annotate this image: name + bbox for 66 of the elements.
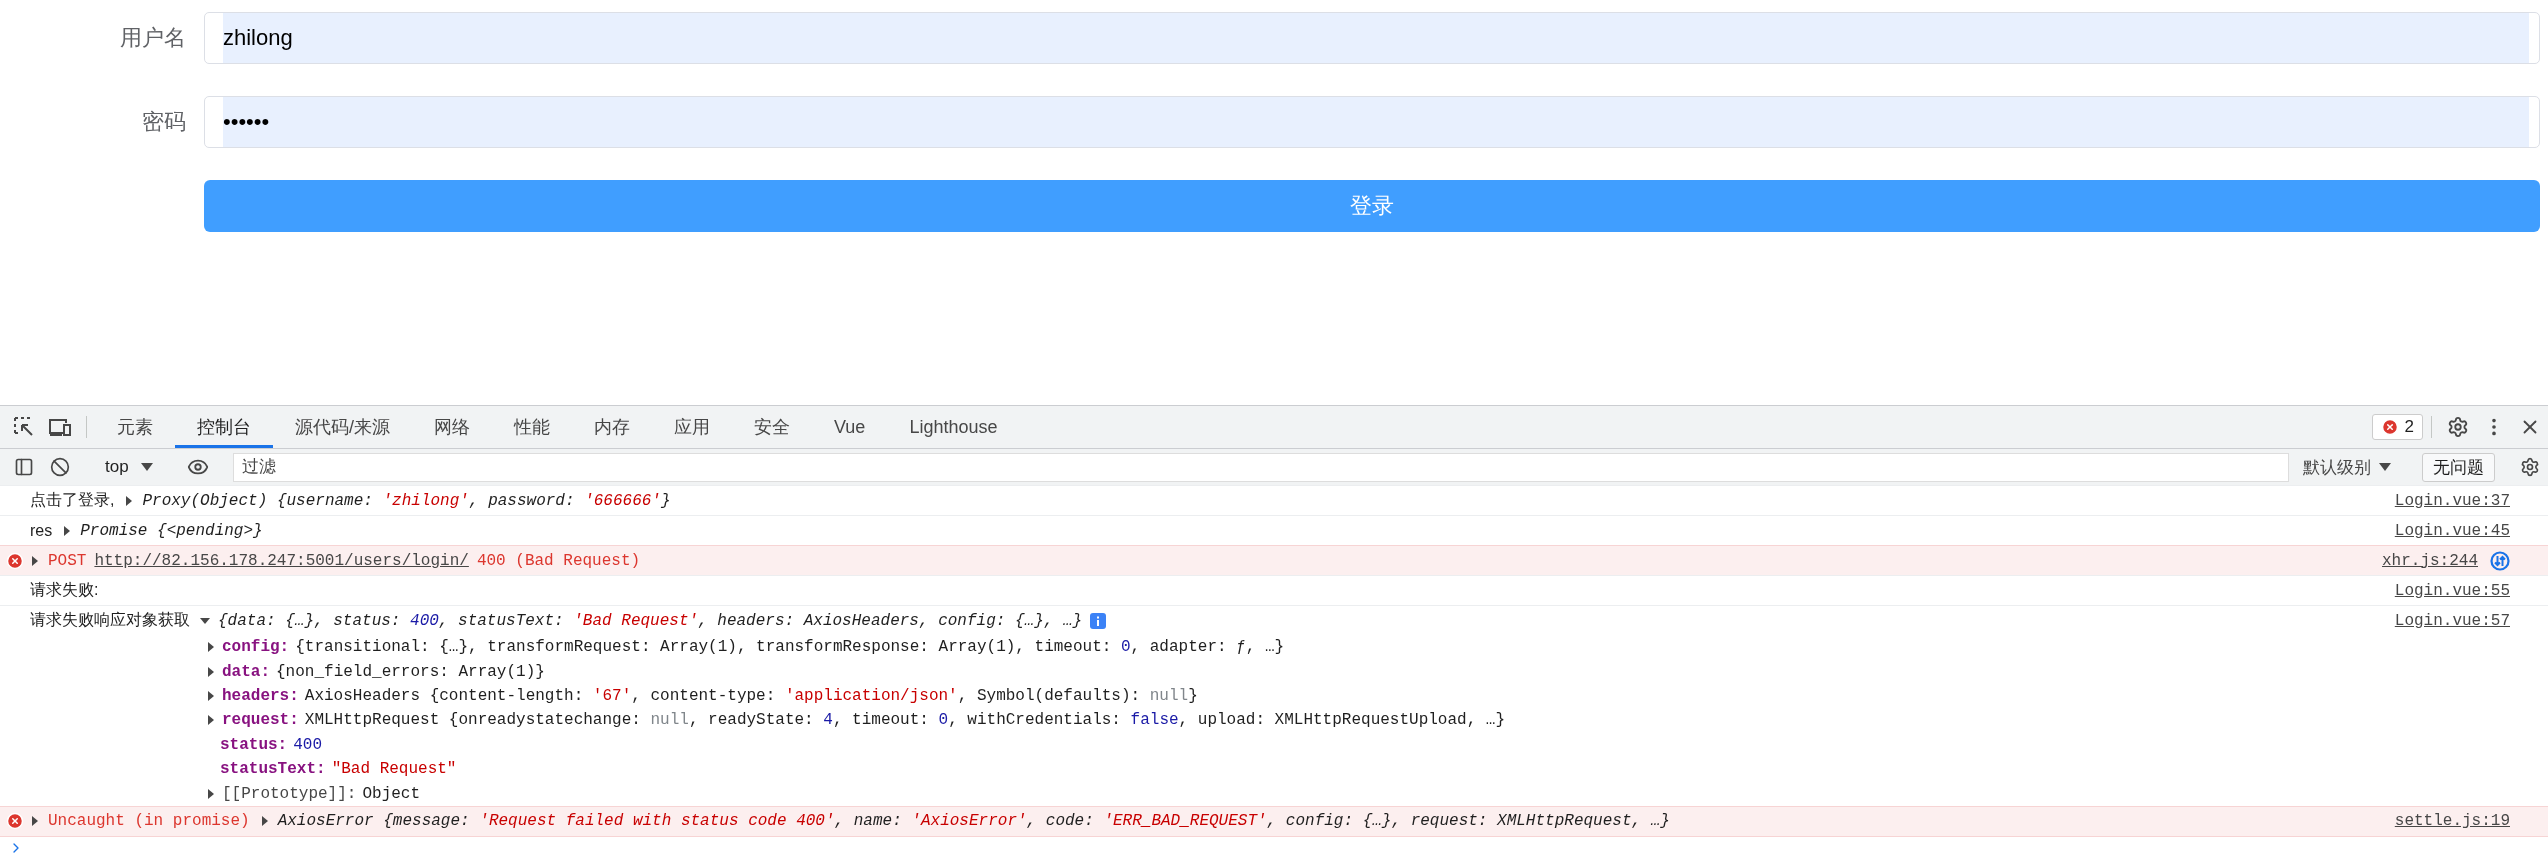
property-value: XMLHttpRequest {onreadystatechange: null, readyState: 4, timeout: 0, withCredentials: false, upload: XMLHttpRequestUpload, …} (304, 711, 1506, 730)
devtools-tab[interactable]: 安全 (732, 406, 812, 448)
property-name: headers: (222, 686, 299, 705)
error-text: 400 (Bad Request) (476, 551, 641, 570)
object-preview[interactable]: Promise {<pending>} (80, 521, 263, 540)
property-name: statusText: (220, 760, 326, 779)
property-name: config: (222, 638, 290, 657)
error-icon (2380, 418, 2399, 436)
source-link[interactable]: xhr.js:244 (2382, 551, 2478, 570)
triangle-right-icon[interactable] (206, 788, 216, 799)
source-link[interactable]: Login.vue:55 (2394, 581, 2510, 600)
log-text: 请求失败: (30, 580, 99, 600)
field-label: 密码 (141, 108, 187, 136)
devtools-tab[interactable]: 源代码/来源 (273, 406, 412, 448)
devtools-tab[interactable]: 性能 (492, 406, 572, 448)
error-icon (6, 812, 24, 831)
property-name: request: (222, 711, 299, 730)
context-selector[interactable]: top (105, 457, 129, 477)
triangle-down-icon[interactable] (200, 615, 210, 626)
triangle-right-icon[interactable] (206, 666, 216, 677)
error-count-badge[interactable]: 2 (2371, 414, 2423, 440)
filter-input[interactable]: 过滤 (232, 452, 2289, 482)
error-icon (6, 551, 24, 570)
object-preview[interactable]: {data: {…}, status: 400, statusText: 'Bad Request', headers: AxiosHeaders, config: {…}, …} (218, 611, 1083, 630)
property-name: [[Prototype]]: (222, 784, 357, 803)
log-text: 点击了登录, (30, 490, 115, 510)
object-preview[interactable]: Proxy(Object) {username: 'zhilong', password: '666666'} (142, 491, 671, 510)
error-text: Uncaught (in promise) (48, 812, 250, 831)
request-url-link[interactable]: http://82.156.178.247:5001/users/login/ (94, 551, 469, 570)
devtools-tab[interactable]: 内存 (572, 406, 652, 448)
property-name: data: (222, 662, 270, 681)
dropdown-triangle-icon[interactable] (140, 463, 153, 471)
source-link[interactable]: settle.js:19 (2394, 812, 2510, 831)
source-link[interactable]: Login.vue:57 (2394, 611, 2510, 630)
devtools-tab[interactable]: 应用 (652, 406, 732, 448)
triangle-right-icon[interactable] (30, 816, 40, 827)
triangle-right-icon[interactable] (259, 816, 270, 827)
property-value: Object (362, 784, 421, 803)
triangle-right-icon[interactable] (206, 715, 216, 726)
triangle-right-icon[interactable] (206, 642, 216, 653)
property-value: {non_field_errors: Array(1)} (276, 662, 545, 681)
network-request-icon[interactable] (2490, 550, 2510, 571)
triangle-right-icon[interactable] (206, 690, 216, 701)
object-preview[interactable]: AxiosError {message: 'Request failed with status code 400', name: 'AxiosError', code: 'ERR_BAD_REQUEST', config: {…}, request: XMLHttpRequest, …} (277, 812, 1670, 831)
log-text: 请求失败响应对象获取 (30, 610, 190, 630)
log-text: res (30, 521, 53, 540)
source-link[interactable]: Login.vue:45 (2394, 521, 2510, 540)
triangle-right-icon[interactable] (30, 555, 40, 566)
error-text: POST (48, 551, 87, 570)
property-name: status: (220, 735, 288, 754)
log-level-dropdown[interactable]: 默认级别 (2303, 455, 2371, 479)
devtools-tab[interactable]: 网络 (412, 406, 492, 448)
input-field[interactable]: •••••• (204, 96, 2540, 148)
property-value: "Bad Request" (331, 760, 457, 779)
source-link[interactable]: Login.vue:37 (2394, 491, 2510, 510)
issues-button[interactable]: 无问题 (2422, 452, 2495, 482)
devtools-tab[interactable]: Lighthouse (887, 406, 1020, 448)
field-label: 用户名 (119, 24, 187, 52)
error-count: 2 (2404, 417, 2414, 437)
input-field[interactable]: zhilong (204, 12, 2540, 64)
devtools-tab[interactable]: 元素 (95, 406, 175, 448)
property-value: AxiosHeaders {content-length: '67', content-type: 'application/json', Symbol(defaults): null} (304, 686, 1198, 705)
devtools-tab[interactable]: Vue (812, 406, 888, 448)
dropdown-triangle-icon[interactable] (2379, 463, 2391, 471)
property-value: {transitional: {…}, transformRequest: Array(1), transformResponse: Array(1), timeout: 0, adapter: ƒ, …} (295, 638, 1285, 657)
property-value: 400 (293, 735, 323, 754)
